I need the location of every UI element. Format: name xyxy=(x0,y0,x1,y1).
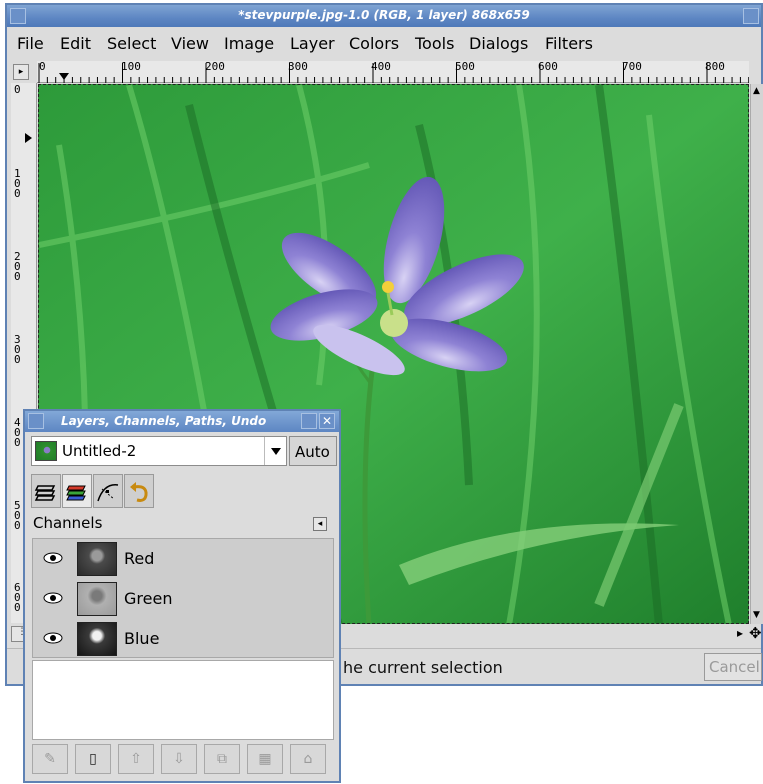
title-bar[interactable]: *stevpurple.jpg-1.0 (RGB, 1 layer) 868x6… xyxy=(7,5,761,27)
channel-row-blue[interactable]: Blue xyxy=(33,619,333,659)
horizontal-ruler: 0 100 200 300 400 500 600 700 800 xyxy=(37,60,749,83)
channel-name: Red xyxy=(124,549,155,568)
new-channel-icon[interactable]: ▯ xyxy=(75,744,111,774)
channel-thumbnail xyxy=(77,542,117,576)
hruler-tick: 800 xyxy=(705,60,725,73)
maximize-icon[interactable] xyxy=(743,8,759,24)
menu-bar: File Edit Select View Image Layer Colors… xyxy=(7,29,761,59)
menu-view[interactable]: View xyxy=(171,34,209,53)
dropdown-arrow[interactable] xyxy=(264,437,286,465)
eye-icon[interactable] xyxy=(43,631,63,645)
dock-title: Layers, Channels, Paths, Undo xyxy=(61,414,267,428)
channel-button-bar: ✎ ▯ ⇧ ⇩ ⧉ ▦ ⌂ xyxy=(32,744,334,776)
eye-icon[interactable] xyxy=(43,591,63,605)
close-icon[interactable]: ✕ xyxy=(319,413,335,429)
dock-title-bar[interactable]: Layers, Channels, Paths, Undo ✕ xyxy=(25,411,339,432)
edit-channel-icon[interactable]: ✎ xyxy=(32,744,68,774)
delete-channel-icon[interactable]: ⌂ xyxy=(290,744,326,774)
cancel-button[interactable]: Cancel xyxy=(704,653,762,681)
image-thumbnail xyxy=(35,441,57,461)
menu-image[interactable]: Image xyxy=(224,34,274,53)
pointer-marker-icon xyxy=(25,133,32,143)
hruler-tick: 100 xyxy=(121,60,141,73)
paths-icon xyxy=(97,484,119,502)
channel-row-red[interactable]: Red xyxy=(33,539,333,579)
scroll-right-icon[interactable]: ▸ xyxy=(737,626,743,640)
status-message: he current selection xyxy=(343,658,503,677)
vruler-tick: 600 xyxy=(14,581,21,614)
menu-colors[interactable]: Colors xyxy=(349,34,399,53)
vruler-tick: 200 xyxy=(14,250,21,283)
image-name: Untitled-2 xyxy=(62,442,137,460)
menu-edit[interactable]: Edit xyxy=(60,34,91,53)
menu-layer[interactable]: Layer xyxy=(290,34,335,53)
duplicate-channel-icon[interactable]: ⧉ xyxy=(204,744,240,774)
auto-button[interactable]: Auto xyxy=(289,436,337,466)
chevron-down-icon xyxy=(271,448,281,455)
vruler-tick: 500 xyxy=(14,499,21,532)
menu-dialogs[interactable]: Dialogs xyxy=(469,34,528,53)
maximize-icon[interactable] xyxy=(301,413,317,429)
channel-name: Green xyxy=(124,589,173,608)
hruler-tick: 200 xyxy=(205,60,225,73)
eye-icon[interactable] xyxy=(43,551,63,565)
vruler-tick: 300 xyxy=(14,333,21,366)
window-menu-icon[interactable] xyxy=(28,413,44,429)
undo-icon xyxy=(130,482,148,502)
window-title: *stevpurple.jpg-1.0 (RGB, 1 layer) 868x6… xyxy=(238,8,530,22)
hruler-tick: 300 xyxy=(288,60,308,73)
raise-channel-icon[interactable]: ⇧ xyxy=(118,744,154,774)
vruler-tick: 0 xyxy=(14,83,21,96)
hruler-tick: 500 xyxy=(455,60,475,73)
tab-undo[interactable] xyxy=(124,474,154,508)
vertical-scrollbar[interactable]: ▲ ▼ xyxy=(750,84,763,624)
channel-name: Blue xyxy=(124,629,160,648)
tab-paths[interactable] xyxy=(93,474,123,508)
menu-file[interactable]: File xyxy=(17,34,44,53)
channel-thumbnail xyxy=(77,582,117,616)
tab-channels[interactable] xyxy=(62,474,92,508)
hruler-tick: 600 xyxy=(538,60,558,73)
navigate-icon[interactable]: ✥ xyxy=(749,624,762,642)
hruler-tick: 0 xyxy=(39,60,46,73)
scroll-up-icon[interactable]: ▲ xyxy=(753,86,760,96)
vruler-tick: 100 xyxy=(14,167,21,200)
quick-mask-icon[interactable]: ▸ xyxy=(13,64,29,80)
hruler-tick: 400 xyxy=(371,60,391,73)
channels-section-title: Channels xyxy=(33,514,103,532)
vruler-tick: 400 xyxy=(14,416,21,449)
channels-icon xyxy=(66,485,86,501)
pointer-marker-icon xyxy=(59,73,69,80)
image-selector[interactable]: Untitled-2 xyxy=(31,436,287,466)
menu-filters[interactable]: Filters xyxy=(545,34,593,53)
channel-row-green[interactable]: Green xyxy=(33,579,333,619)
layers-icon xyxy=(34,485,56,501)
lower-channel-icon[interactable]: ⇩ xyxy=(161,744,197,774)
layers-dock: Layers, Channels, Paths, Undo ✕ Untitled… xyxy=(23,409,341,783)
channel-to-selection-icon[interactable]: ▦ xyxy=(247,744,283,774)
scroll-down-icon[interactable]: ▼ xyxy=(753,610,760,620)
hruler-tick: 700 xyxy=(622,60,642,73)
channel-list: Red Green Blue xyxy=(32,538,334,658)
panel-menu-icon[interactable]: ◂ xyxy=(313,517,327,531)
menu-tools[interactable]: Tools xyxy=(415,34,454,53)
channel-list-empty-area[interactable] xyxy=(32,660,334,740)
tab-layers[interactable] xyxy=(31,474,61,508)
menu-select[interactable]: Select xyxy=(107,34,156,53)
ruler-ticks xyxy=(38,63,749,83)
channel-thumbnail xyxy=(77,622,117,656)
